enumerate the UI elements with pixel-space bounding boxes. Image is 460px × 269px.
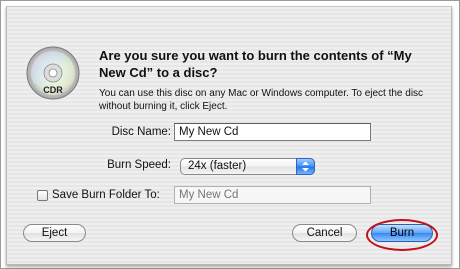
dialog-info-text: You can use this disc on any Mac or Wind… [99, 88, 424, 112]
screenshot-frame: CDR Are you sure you want to burn the co… [0, 0, 460, 269]
burn-speed-popup[interactable]: 24x (faster) [180, 158, 315, 175]
disc-name-field[interactable] [174, 123, 371, 141]
save-burn-folder-label: Save Burn Folder To: [52, 189, 160, 201]
disc-name-label: Disc Name: [111, 126, 171, 138]
save-burn-folder-field[interactable] [174, 186, 371, 204]
save-burn-folder-checkbox[interactable] [37, 190, 48, 201]
burn-disc-dialog: CDR Are you sure you want to burn the co… [6, 6, 452, 265]
cancel-button[interactable]: Cancel [292, 224, 357, 242]
cd-icon: CDR [26, 46, 80, 100]
cd-icon-label: CDR [43, 85, 63, 95]
burn-speed-label: Burn Speed: [107, 159, 171, 171]
burn-speed-value: 24x (faster) [188, 160, 247, 172]
up-down-arrows-icon [302, 161, 309, 172]
dialog-title: Are you sure you want to burn the conten… [99, 48, 412, 80]
eject-button[interactable]: Eject [23, 224, 86, 242]
popup-arrows-icon [296, 158, 315, 175]
annotation-highlight-ring [366, 219, 438, 251]
